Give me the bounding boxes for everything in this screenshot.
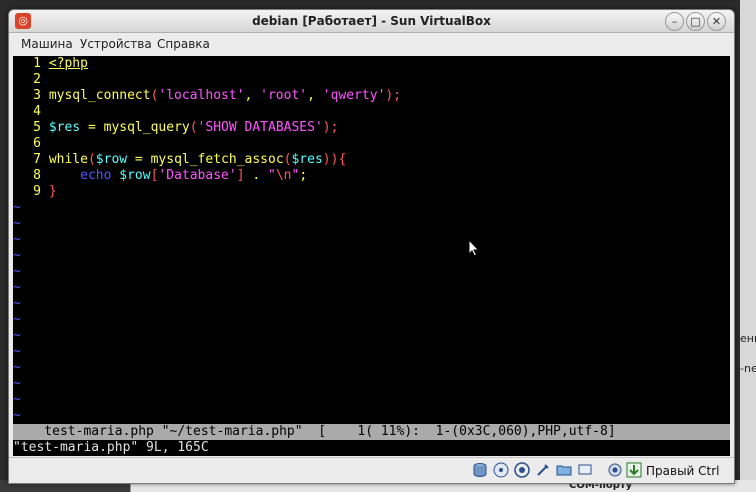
guest-screen[interactable]: 1 <?php 2 3 mysql_connect('localhost', '…: [13, 56, 730, 456]
virtualbox-window: ◎ debian [Работает] - Sun VirtualBox – □…: [8, 9, 735, 484]
empty-line-tilde: ~: [13, 328, 21, 343]
editor-line: 1 <?php: [13, 56, 88, 72]
code-keyword: while: [48, 152, 88, 167]
host-key-label: Правый Ctrl: [646, 464, 720, 478]
empty-line-tilde: ~: [13, 264, 21, 279]
empty-line-tilde: ~: [13, 376, 21, 391]
line-number: 3: [33, 88, 41, 103]
editor-line: 3 mysql_connect('localhost', 'root', 'qw…: [13, 88, 401, 104]
shared-folder-icon[interactable]: [556, 462, 572, 478]
maximize-icon[interactable]: □: [686, 12, 705, 31]
vm-status-bar: Правый Ctrl: [9, 457, 734, 483]
line-number: 4: [33, 104, 41, 119]
code-string: 'qwerty': [322, 88, 386, 103]
desktop-background-right: енный -net: [740, 0, 756, 492]
code-punct: ,: [244, 88, 261, 103]
window-title: debian [Работает] - Sun VirtualBox: [252, 14, 491, 28]
code-punct: )){: [322, 152, 347, 167]
code-operator: =: [127, 152, 151, 167]
code-operator: =: [80, 120, 104, 135]
code-string: 'localhost': [158, 88, 245, 103]
title-bar[interactable]: ◎ debian [Работает] - Sun VirtualBox – □…: [9, 10, 734, 33]
floppy-icon[interactable]: [514, 462, 530, 478]
menu-devices[interactable]: Устройства: [80, 33, 152, 55]
empty-line-tilde: ~: [13, 216, 21, 231]
empty-line-tilde: ~: [13, 344, 21, 359]
menu-bar: Машина Устройства Справка: [9, 33, 734, 55]
editor-line: 7 while($row = mysql_fetch_assoc($res)){: [13, 152, 346, 168]
vim-command-line[interactable]: "test-maria.php" 9L, 165C: [13, 440, 730, 456]
menu-help[interactable]: Справка: [157, 33, 210, 55]
line-number: 2: [33, 72, 41, 87]
cdrom-icon[interactable]: [493, 462, 509, 478]
code-function: mysql_connect: [48, 88, 151, 103]
code-brace: }: [48, 184, 57, 199]
network-icon[interactable]: [577, 462, 593, 478]
editor-line: 2: [13, 72, 41, 88]
code-operator: .: [244, 168, 269, 183]
line-number: 1: [33, 56, 41, 71]
mouse-integration-icon[interactable]: [626, 462, 642, 478]
empty-line-tilde: ~: [13, 280, 21, 295]
code-variable: $row: [95, 152, 128, 167]
code-keyword: echo: [80, 168, 112, 183]
editor-line: 5 $res = mysql_query('SHOW DATABASES');: [13, 120, 338, 136]
code-string: 'SHOW DATABASES': [197, 120, 323, 135]
code-string: 'root': [260, 88, 308, 103]
usb-icon[interactable]: [535, 462, 551, 478]
editor-line: 6: [13, 136, 41, 152]
code-variable: $res: [48, 120, 81, 135]
code-function: mysql_fetch_assoc: [150, 152, 284, 167]
code-punct: );: [322, 120, 339, 135]
empty-line-tilde: ~: [13, 248, 21, 263]
line-number: 9: [33, 184, 41, 199]
code-punct: ]: [236, 168, 245, 183]
code-punct: ;: [299, 168, 308, 183]
empty-line-tilde: ~: [13, 200, 21, 215]
display-icon[interactable]: [607, 462, 623, 478]
empty-line-tilde: ~: [13, 360, 21, 375]
code-variable: $res: [291, 152, 323, 167]
php-open-tag: <?php: [48, 56, 88, 71]
line-number: 6: [33, 136, 41, 151]
line-number: 5: [33, 120, 41, 135]
line-number: 7: [33, 152, 41, 167]
editor-line: 9 }: [13, 184, 57, 200]
code-punct: ,: [307, 88, 323, 103]
code-string: ": [268, 168, 276, 183]
close-icon[interactable]: ✕: [707, 12, 726, 31]
empty-line-tilde: ~: [13, 392, 21, 407]
line-number: 8: [33, 168, 41, 183]
empty-line-tilde: ~: [13, 296, 21, 311]
background-text-fragment: енный: [740, 332, 756, 345]
code-string: 'Database': [158, 168, 237, 183]
code-punct: );: [385, 88, 402, 103]
code-escape: \n: [275, 168, 292, 183]
code-punct: (: [87, 152, 96, 167]
empty-line-tilde: ~: [13, 312, 21, 327]
code-punct: (: [189, 120, 198, 135]
background-text-fragment: -net: [740, 362, 756, 375]
minimize-icon[interactable]: –: [665, 12, 684, 31]
empty-line-tilde: ~: [13, 408, 21, 423]
vim-status-line: test-maria.php "~/test-maria.php" [ 1( 1…: [13, 424, 730, 440]
editor-line: 4: [13, 104, 41, 120]
editor-line: 8 echo $row['Database'] . "\n";: [13, 168, 307, 184]
code-function: mysql_query: [103, 120, 190, 135]
code-variable: $row: [119, 168, 151, 183]
menu-machine[interactable]: Машина: [21, 33, 73, 55]
empty-line-tilde: ~: [13, 232, 21, 247]
hdd-icon[interactable]: [472, 462, 488, 478]
